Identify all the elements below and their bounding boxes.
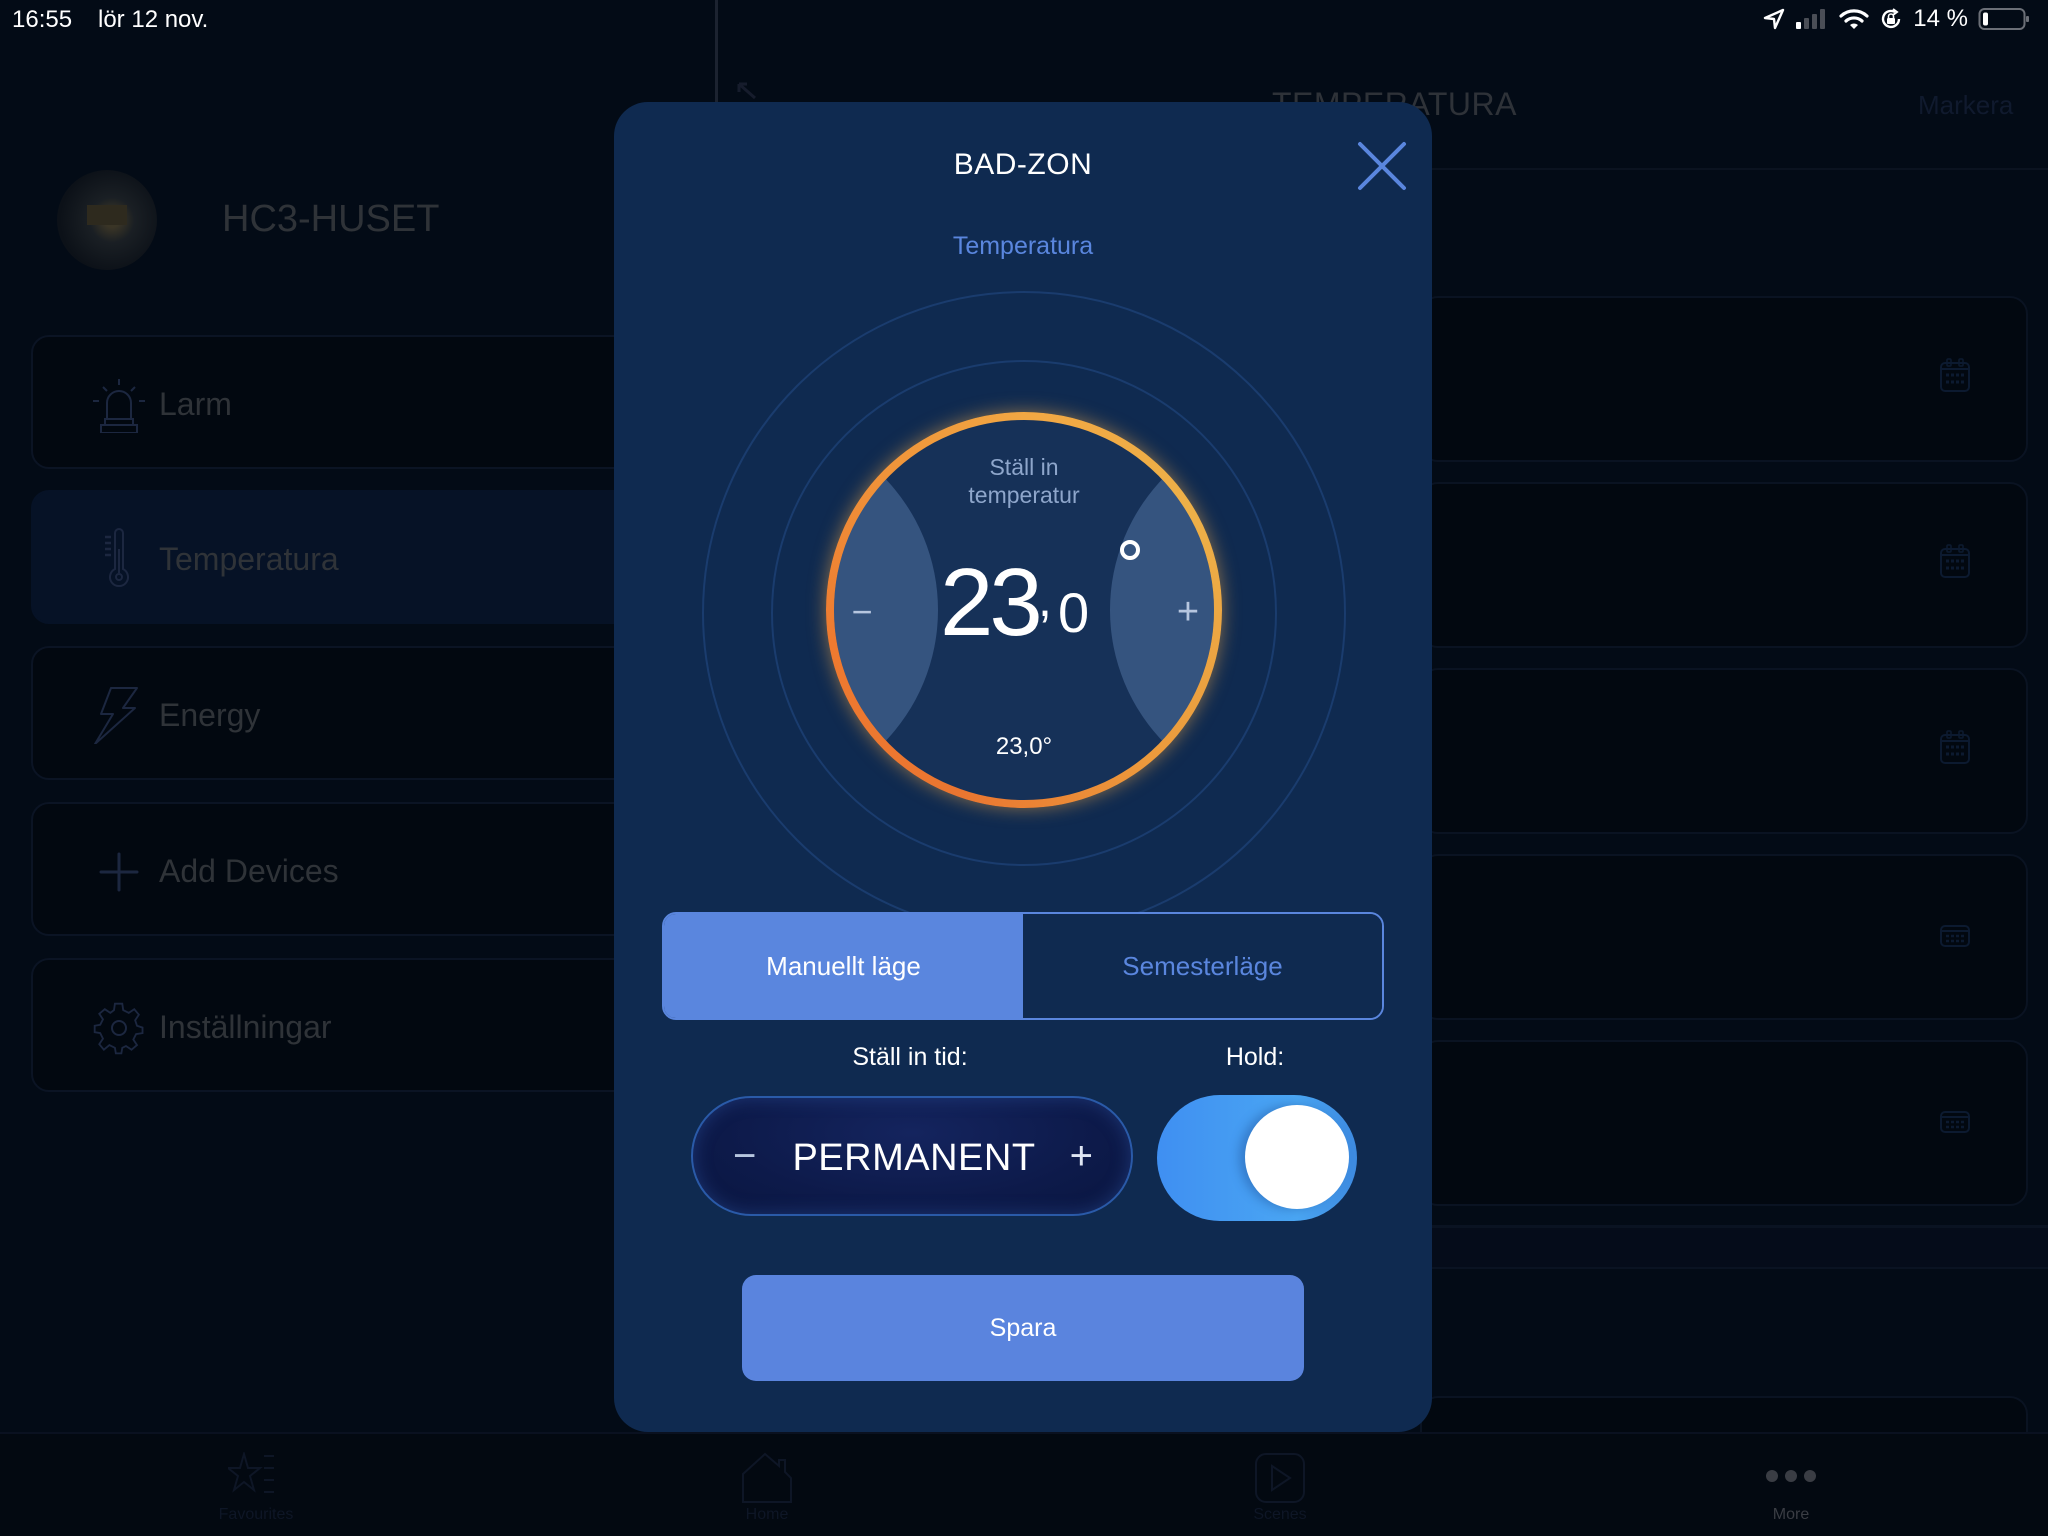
tab-bar: Favourites Home Scenes More xyxy=(0,1432,2048,1536)
tab-label: More xyxy=(1772,1506,1810,1523)
select-button[interactable]: Markera xyxy=(1918,90,2013,121)
decrease-temperature-button[interactable]: − xyxy=(848,590,876,634)
wifi-icon xyxy=(1839,9,1869,29)
tab-scenes[interactable]: Scenes xyxy=(1200,1434,1360,1536)
play-scene-icon xyxy=(1255,1453,1305,1503)
sidebar-item-label: Add Devices xyxy=(159,853,339,889)
sidebar-item-label: Temperatura xyxy=(159,541,339,577)
duration-label: Ställ in tid: xyxy=(852,1043,968,1071)
zone-card[interactable] xyxy=(1420,296,2028,462)
star-list-icon xyxy=(228,1452,274,1493)
more-dots-icon xyxy=(1766,1470,1816,1482)
hold-toggle-knob xyxy=(1245,1105,1349,1209)
app-root: 16:55 lör 12 nov. 14 % HC3-HUSET Larm Te… xyxy=(0,0,2048,1536)
degree-symbol xyxy=(1120,540,1140,560)
tab-label: Favourites xyxy=(218,1506,294,1523)
sidebar-item-label: Larm xyxy=(159,386,232,422)
tab-favourites[interactable]: Favourites xyxy=(176,1434,336,1536)
mode-segmented-control: Manuellt läge Semesterläge xyxy=(662,912,1384,1020)
calendar-icon[interactable] xyxy=(1940,358,1970,392)
zone-card[interactable] xyxy=(1420,854,2028,1020)
expand-arrow-icon[interactable] xyxy=(735,80,763,104)
save-button[interactable]: Spara xyxy=(742,1275,1304,1381)
duration-decrease-button[interactable]: − xyxy=(733,1098,756,1218)
calendar-icon[interactable] xyxy=(1940,922,1970,948)
dial-label-line1: Ställ in xyxy=(989,454,1059,480)
modal-title: BAD-ZON xyxy=(953,148,1093,181)
tab-home[interactable]: Home xyxy=(687,1434,847,1536)
close-icon xyxy=(1358,142,1406,190)
location-arrow-icon xyxy=(1764,8,1785,30)
orientation-lock-icon xyxy=(1882,8,1901,29)
gear-icon xyxy=(93,1002,144,1055)
home-name: HC3-HUSET xyxy=(222,198,440,240)
calendar-icon[interactable] xyxy=(1940,1108,1970,1134)
tab-label: Home xyxy=(745,1506,789,1523)
calendar-icon[interactable] xyxy=(1940,544,1970,578)
status-date: lör 12 nov. xyxy=(98,6,209,33)
modal-subtitle: Temperatura xyxy=(952,232,1094,260)
mode-manual-button[interactable]: Manuellt läge xyxy=(664,914,1023,1018)
setpoint-decimal: 0 xyxy=(1058,581,1090,644)
battery-percent: 14 % xyxy=(1913,5,1968,32)
zone-card[interactable] xyxy=(1420,1040,2028,1206)
sidebar-item-label: Inställningar xyxy=(159,1009,332,1045)
hold-toggle[interactable] xyxy=(1157,1095,1357,1221)
tab-more[interactable]: More xyxy=(1711,1434,1871,1536)
status-bar: 16:55 lör 12 nov. 14 % xyxy=(0,0,2048,40)
current-temperature: 23,0° xyxy=(995,733,1053,760)
mode-vacation-button[interactable]: Semesterläge xyxy=(1023,914,1382,1018)
setpoint-integer: 23 xyxy=(940,549,1043,656)
setpoint-comma: , xyxy=(1038,571,1052,627)
dial-label-line2: temperatur xyxy=(968,482,1080,508)
battery-icon xyxy=(1978,8,2029,30)
section-divider xyxy=(1420,1225,2048,1269)
duration-stepper: PERMANENT − + xyxy=(691,1096,1133,1216)
cellular-signal-icon xyxy=(1796,9,1826,29)
status-icons: 14 % xyxy=(1763,5,2030,33)
status-time: 16:55 xyxy=(12,6,73,33)
sidebar-item-label: Energy xyxy=(159,697,261,733)
house-icon xyxy=(742,1452,792,1503)
hold-label: Hold: xyxy=(1225,1043,1285,1071)
increase-temperature-button[interactable]: + xyxy=(1172,590,1204,634)
tab-label: Scenes xyxy=(1253,1506,1307,1523)
siren-icon xyxy=(93,379,145,433)
plus-icon xyxy=(99,852,139,892)
home-avatar[interactable] xyxy=(57,170,157,270)
thermometer-icon xyxy=(105,528,129,588)
duration-increase-button[interactable]: + xyxy=(1070,1098,1093,1218)
close-button[interactable] xyxy=(1354,138,1410,194)
